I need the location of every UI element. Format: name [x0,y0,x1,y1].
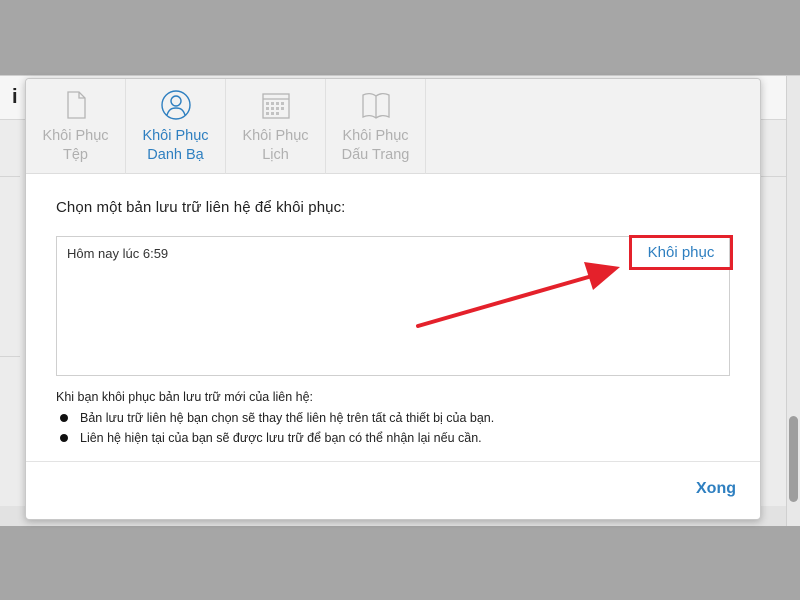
tab-restore-contacts[interactable]: Khôi Phục Danh Bạ [126,79,226,174]
background-scrollbar[interactable] [786,76,800,526]
calendar-icon [261,93,290,119]
tab-label-line1: Khôi Phục [342,128,409,144]
prompt-text: Chọn một bản lưu trữ liên hệ để khôi phụ… [56,199,346,216]
backup-list: Hôm nay lúc 6:59 Khôi phục [56,235,733,376]
note-item-text: Liên hệ hiện tại của bạn sẽ được lưu trữ… [80,431,482,445]
tab-restore-calendar[interactable]: Khôi Phục Lịch [226,79,326,174]
dialog-footer: Xong [26,461,760,519]
bullet-icon [60,414,68,422]
scroll-thumb[interactable] [789,416,798,502]
backup-date: Hôm nay lúc 6:59 [67,246,169,261]
tab-restore-files[interactable]: Khôi Phục Tệp [26,79,126,174]
tab-label-line1: Khôi Phục [42,128,109,144]
bullet-icon [60,434,68,442]
dialog-content: Chọn một bản lưu trữ liên hệ để khôi phụ… [56,199,733,445]
file-icon [66,91,86,119]
restore-dialog: Khôi Phục Tệp Khôi Phục Danh Bạ Khôi Phụ… [25,78,761,520]
restore-tabbar: Khôi Phục Tệp Khôi Phục Danh Bạ Khôi Phụ… [26,79,760,174]
background-divider [760,176,786,177]
tab-label-line1: Khôi Phục [142,128,209,144]
tab-label-line2: Lịch [262,147,289,163]
background-logo: i [12,86,18,108]
tab-restore-bookmarks[interactable]: Khôi Phục Dấu Trang [326,79,426,174]
bookmarks-icon [361,92,390,119]
tab-label-line1: Khôi Phục [242,128,309,144]
restore-button[interactable]: Khôi phục [629,235,733,270]
tab-label-line2: Tệp [63,147,88,163]
restore-note: Khi bạn khôi phục bản lưu trữ mới của li… [56,390,732,448]
tab-label-line2: Danh Bạ [147,147,204,163]
done-button[interactable]: Xong [696,480,736,498]
list-item: Liên hệ hiện tại của bạn sẽ được lưu trữ… [56,428,732,448]
screen: i Khôi Phục Tệp Khôi Phục Danh Bạ Khôi P… [0,0,800,600]
tab-label-line2: Dấu Trang [341,147,410,163]
note-title: Khi bạn khôi phục bản lưu trữ mới của li… [56,390,314,404]
background-divider [0,176,20,177]
note-item-text: Bản lưu trữ liên hệ bạn chọn sẽ thay thế… [80,411,495,425]
contacts-icon [160,90,191,120]
list-item: Bản lưu trữ liên hệ bạn chọn sẽ thay thế… [56,408,732,428]
background-divider [0,356,20,357]
